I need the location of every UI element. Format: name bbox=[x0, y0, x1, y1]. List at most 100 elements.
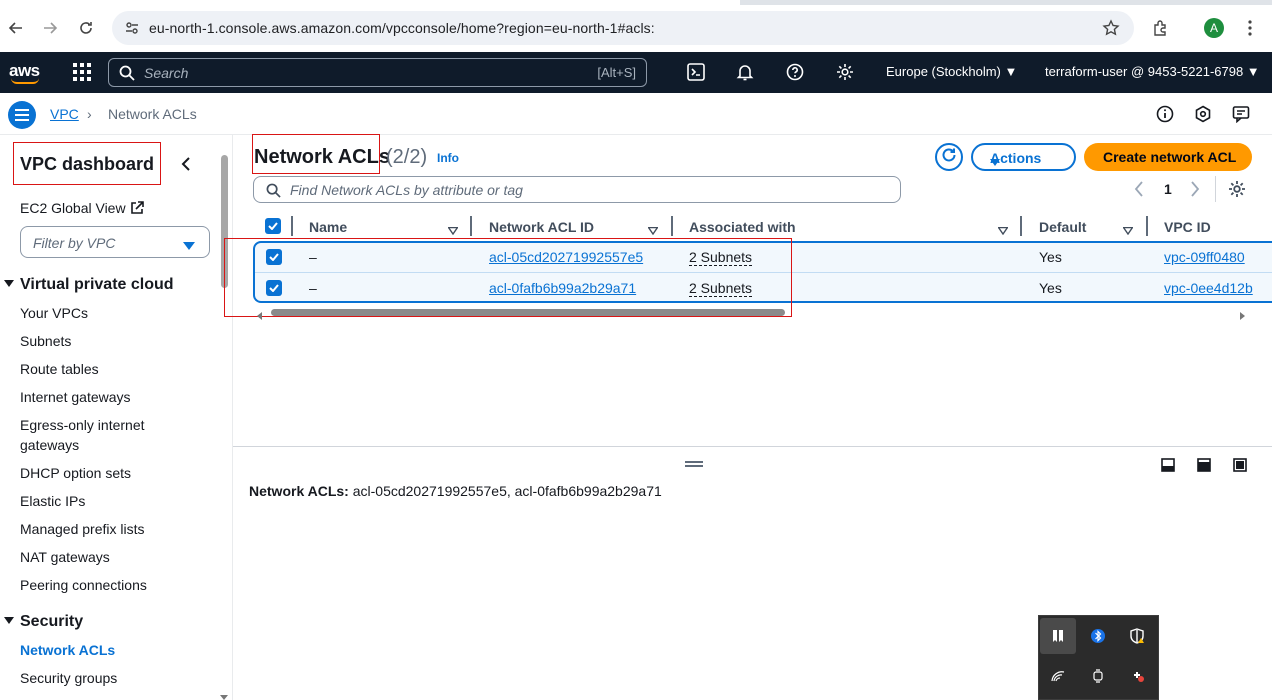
security-shield-icon[interactable] bbox=[1120, 618, 1156, 654]
page-title: Network ACLs bbox=[254, 146, 390, 168]
region-selector[interactable]: Europe (Stockholm) ▼ bbox=[886, 64, 1017, 79]
sort-caret-icon[interactable] bbox=[997, 222, 1009, 240]
caret-down-icon bbox=[4, 275, 14, 293]
create-label: Create network ACL bbox=[1103, 149, 1237, 165]
forward-icon[interactable] bbox=[38, 16, 62, 40]
column-header-associated-with[interactable]: Associated with bbox=[689, 219, 796, 235]
network-icon[interactable] bbox=[1040, 658, 1076, 694]
pagination-divider bbox=[1215, 176, 1216, 202]
sidebar-item-route-tables[interactable]: Route tables bbox=[20, 359, 99, 379]
sidebar-item-peering-connections[interactable]: Peering connections bbox=[20, 575, 147, 595]
profile-avatar[interactable]: A bbox=[1204, 18, 1224, 38]
breadcrumb-vpc[interactable]: VPC bbox=[50, 106, 79, 122]
column-header-vpc-id[interactable]: VPC ID bbox=[1164, 219, 1211, 235]
table-preferences-gear-icon[interactable] bbox=[1228, 180, 1246, 203]
aws-logo[interactable]: aws bbox=[9, 61, 40, 84]
meet-now-icon[interactable] bbox=[1080, 658, 1116, 694]
system-tray-flyout bbox=[1038, 615, 1159, 700]
sidebar-item-egress-only-gateways[interactable]: Egress-only internet gateways bbox=[20, 415, 170, 455]
refresh-icon bbox=[941, 147, 957, 168]
sidebar-item-managed-prefix-lists[interactable]: Managed prefix lists bbox=[20, 519, 145, 539]
split-panel-resize-handle-icon[interactable] bbox=[685, 461, 703, 467]
tray-app-icon[interactable] bbox=[1040, 618, 1076, 654]
info-link[interactable]: Info bbox=[437, 151, 459, 165]
panel-maximize-icon[interactable] bbox=[1233, 458, 1247, 477]
hamburger-menu-icon[interactable] bbox=[8, 101, 36, 129]
section-title: Virtual private cloud bbox=[20, 276, 174, 293]
help-icon[interactable] bbox=[786, 63, 804, 86]
refresh-button[interactable] bbox=[935, 143, 963, 171]
caret-down-icon bbox=[990, 154, 1060, 170]
panel-side-position-icon[interactable] bbox=[1197, 458, 1211, 477]
sidebar-item-elastic-ips[interactable]: Elastic IPs bbox=[20, 491, 85, 511]
back-icon[interactable] bbox=[4, 16, 28, 40]
caret-down-icon bbox=[4, 612, 14, 630]
app-tray-icon[interactable] bbox=[1120, 658, 1156, 694]
sort-caret-icon[interactable] bbox=[1122, 222, 1134, 240]
sidebar-item-ec2-global-view[interactable]: EC2 Global View bbox=[20, 200, 144, 218]
bookmark-star-icon[interactable] bbox=[1102, 19, 1120, 42]
sidebar-item-your-vpcs[interactable]: Your VPCs bbox=[20, 303, 88, 323]
collapse-sidebar-icon[interactable] bbox=[180, 157, 192, 176]
column-divider bbox=[470, 216, 472, 236]
cloudshell-icon[interactable] bbox=[687, 63, 705, 86]
sidebar-title-highlight: VPC dashboard bbox=[13, 142, 161, 185]
find-placeholder: Find Network ACLs by attribute or tag bbox=[290, 182, 523, 198]
sidebar-item-internet-gateways[interactable]: Internet gateways bbox=[20, 387, 131, 407]
settings-gear-icon[interactable] bbox=[836, 63, 854, 86]
browser-menu-icon[interactable] bbox=[1238, 16, 1262, 40]
selection-count: (2/2) bbox=[386, 146, 428, 168]
panel-bottom-position-icon[interactable] bbox=[1161, 458, 1175, 477]
select-all-checkbox[interactable] bbox=[265, 218, 281, 234]
sidebar-item-network-acls[interactable]: Network ACLs bbox=[20, 640, 115, 660]
pagination-next-icon[interactable] bbox=[1190, 181, 1200, 202]
column-divider bbox=[671, 216, 673, 236]
search-icon bbox=[266, 183, 281, 203]
split-panel-label: Network ACLs: bbox=[249, 483, 349, 499]
cell-vpc-id-link[interactable]: vpc-0ee4d12b bbox=[1164, 280, 1253, 296]
section-security[interactable]: Security bbox=[4, 612, 83, 631]
notifications-bell-icon[interactable] bbox=[736, 63, 754, 86]
column-divider bbox=[1146, 216, 1148, 236]
section-title: Security bbox=[20, 613, 84, 630]
column-header-default[interactable]: Default bbox=[1039, 219, 1086, 235]
scroll-right-arrow-icon[interactable] bbox=[1239, 307, 1245, 325]
column-header-acl-id[interactable]: Network ACL ID bbox=[489, 219, 594, 235]
bluetooth-icon[interactable] bbox=[1080, 618, 1116, 654]
services-grid-icon[interactable] bbox=[73, 63, 91, 86]
sidebar-item-dhcp-option-sets[interactable]: DHCP option sets bbox=[20, 463, 131, 483]
extensions-icon[interactable] bbox=[1149, 16, 1173, 40]
section-virtual-private-cloud[interactable]: Virtual private cloud bbox=[4, 275, 174, 294]
cell-vpc-id-link[interactable]: vpc-09ff0480 bbox=[1164, 249, 1245, 265]
pagination-prev-icon[interactable] bbox=[1134, 181, 1144, 202]
find-network-acls-input[interactable]: Find Network ACLs by attribute or tag bbox=[253, 176, 901, 203]
url-text[interactable]: eu-north-1.console.aws.amazon.com/vpccon… bbox=[149, 20, 655, 36]
sidebar-item-security-groups[interactable]: Security groups bbox=[20, 668, 117, 688]
column-header-name[interactable]: Name bbox=[309, 219, 347, 235]
hexagon-settings-icon[interactable] bbox=[1194, 105, 1212, 128]
sidebar-item-subnets[interactable]: Subnets bbox=[20, 331, 71, 351]
external-link-icon bbox=[130, 201, 144, 218]
create-network-acl-button[interactable]: Create network ACL bbox=[1084, 143, 1252, 171]
info-circle-icon[interactable] bbox=[1156, 105, 1174, 128]
table-header: Name Network ACL ID Associated with Defa… bbox=[253, 211, 1272, 241]
filter-placeholder: Filter by VPC bbox=[33, 235, 116, 251]
site-settings-icon[interactable] bbox=[124, 20, 140, 41]
feedback-icon[interactable] bbox=[1232, 105, 1250, 128]
scroll-down-arrow-icon[interactable] bbox=[220, 688, 228, 700]
sidebar-title[interactable]: VPC dashboard bbox=[20, 154, 154, 175]
address-bar[interactable]: eu-north-1.console.aws.amazon.com/vpccon… bbox=[112, 11, 1134, 45]
actions-button[interactable]: Actions bbox=[971, 143, 1076, 171]
ec2-global-view-label: EC2 Global View bbox=[20, 200, 126, 216]
filter-by-vpc-select[interactable]: Filter by VPC bbox=[20, 226, 210, 258]
sidebar-item-nat-gateways[interactable]: NAT gateways bbox=[20, 547, 110, 567]
scroll-left-arrow-icon[interactable] bbox=[257, 307, 263, 325]
horizontal-scrollbar-thumb[interactable] bbox=[271, 309, 785, 316]
pagination-current-page[interactable]: 1 bbox=[1164, 181, 1172, 197]
aws-top-nav: aws Search [Alt+S] Europe (Stockholm) ▼ … bbox=[0, 52, 1272, 93]
breadcrumb-current: Network ACLs bbox=[108, 106, 197, 122]
account-menu[interactable]: terraform-user @ 9453-5221-6798 ▼ bbox=[1045, 64, 1260, 79]
reload-icon[interactable] bbox=[74, 16, 98, 40]
caret-down-icon bbox=[183, 238, 195, 256]
aws-search-input[interactable]: Search [Alt+S] bbox=[108, 58, 647, 87]
